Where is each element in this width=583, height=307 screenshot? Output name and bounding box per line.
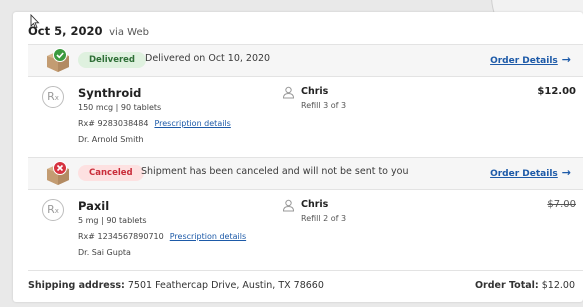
status-badge: Delivered	[78, 52, 146, 68]
rx-number-line: Rx# 1234567890710 Prescription details	[78, 232, 246, 241]
rx-number-line: Rx# 9283038484 Prescription details	[78, 119, 231, 128]
order-details-link[interactable]: Order Details →	[490, 53, 571, 66]
status-badge: Canceled	[78, 165, 144, 181]
order-date: Oct 5, 2020	[28, 24, 103, 38]
order-details-label: Order Details	[490, 169, 558, 179]
refill-count: Refill 2 of 3	[301, 214, 347, 223]
package-check-icon	[47, 48, 69, 72]
item-price-canceled: $7.00	[547, 199, 576, 210]
order-total-value: $12.00	[541, 280, 575, 291]
order-details-link[interactable]: Order Details →	[490, 166, 571, 179]
order-details-label: Order Details	[490, 56, 558, 66]
rx-icon: Rx	[42, 199, 64, 221]
separator: |	[101, 216, 104, 225]
drug-dose-qty: 5 mg | 90 tablets	[78, 216, 147, 225]
order-channel: via Web	[109, 27, 149, 38]
order-date-line: Oct 5, 2020 via Web	[28, 24, 149, 38]
drug-name: Synthroid	[78, 86, 142, 100]
prescription-details-link[interactable]: Prescription details	[154, 119, 230, 128]
order-footer: Shipping address: 7501 Feathercap Drive,…	[28, 270, 583, 301]
order-total: Order Total: $12.00	[475, 280, 575, 291]
shipping-address: Shipping address: 7501 Feathercap Drive,…	[28, 280, 324, 291]
drug-dose-qty: 150 mcg | 90 tablets	[78, 103, 161, 112]
rx-icon: Rx	[42, 86, 64, 108]
shipping-address-value: 7501 Feathercap Drive, Austin, TX 78660	[127, 280, 324, 291]
shipping-label: Shipping address:	[28, 280, 125, 291]
drug-name: Paxil	[78, 199, 110, 213]
package-x-icon	[47, 161, 69, 185]
doctor-name: Dr. Sai Gupta	[78, 248, 131, 257]
status-text: Delivered on Oct 10, 2020	[145, 53, 271, 64]
patient-name: Chris	[301, 86, 329, 97]
drug-qty: 90 tablets	[106, 216, 147, 225]
arrow-right-icon: →	[561, 166, 571, 179]
separator: |	[115, 103, 119, 112]
rx-number: Rx# 9283038484	[78, 119, 149, 128]
refill-count: Refill 3 of 3	[301, 101, 347, 110]
doctor-name: Dr. Arnold Smith	[78, 135, 144, 144]
shipment-status-row-delivered: Delivered Delivered on Oct 10, 2020 Orde…	[28, 44, 583, 77]
status-text: Shipment has been canceled and will not …	[141, 166, 409, 177]
order-total-label: Order Total:	[474, 280, 539, 291]
shipment-status-row-canceled: Canceled Shipment has been canceled and …	[28, 157, 583, 190]
person-icon	[282, 199, 295, 212]
person-icon	[282, 86, 295, 99]
prescription-details-link[interactable]: Prescription details	[170, 232, 246, 241]
drug-qty: 90 tablets	[120, 103, 162, 112]
rx-number: Rx# 1234567890710	[78, 232, 164, 241]
patient-name: Chris	[301, 199, 329, 210]
arrow-right-icon: →	[561, 53, 571, 66]
item-price: $12.00	[537, 86, 576, 97]
drug-dose: 150 mcg	[78, 103, 114, 112]
drug-dose: 5 mg	[78, 216, 99, 225]
